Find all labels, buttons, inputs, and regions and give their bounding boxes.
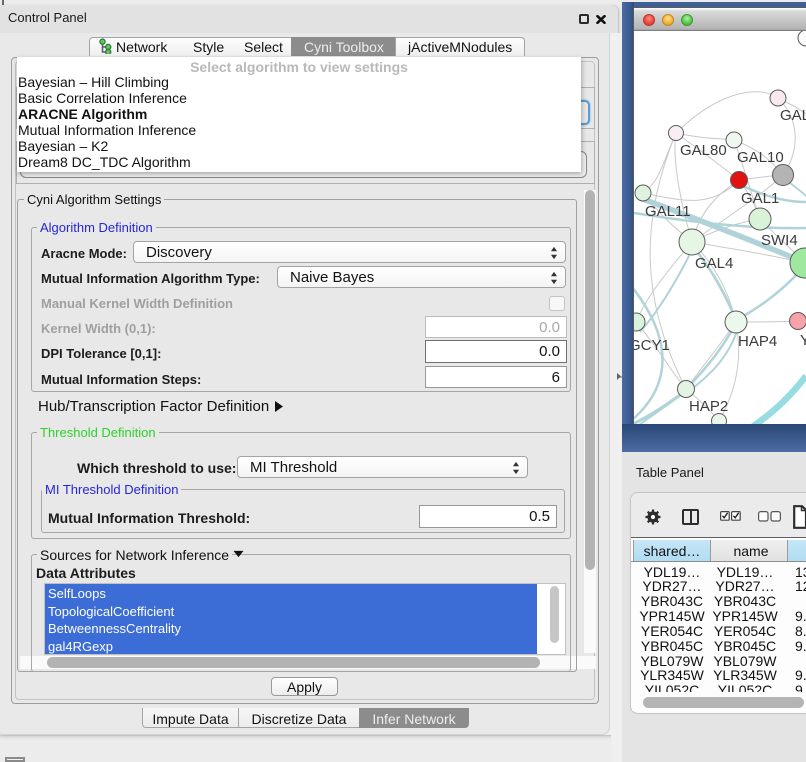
svg-text:HAP2: HAP2 — [689, 398, 728, 415]
svg-text:GAL2: GAL2 — [780, 107, 806, 124]
svg-text:GAL4: GAL4 — [695, 255, 733, 272]
svg-text:GAL1: GAL1 — [741, 190, 779, 207]
svg-text:GAL10: GAL10 — [737, 149, 784, 166]
svg-text:SWI4: SWI4 — [761, 232, 798, 249]
svg-text:GAL11: GAL11 — [645, 203, 691, 220]
svg-text:HAP4: HAP4 — [738, 333, 777, 350]
svg-text:GAL80: GAL80 — [680, 142, 727, 159]
svg-text:YD: YD — [800, 332, 806, 349]
svg-text:GCY1: GCY1 — [634, 337, 670, 354]
